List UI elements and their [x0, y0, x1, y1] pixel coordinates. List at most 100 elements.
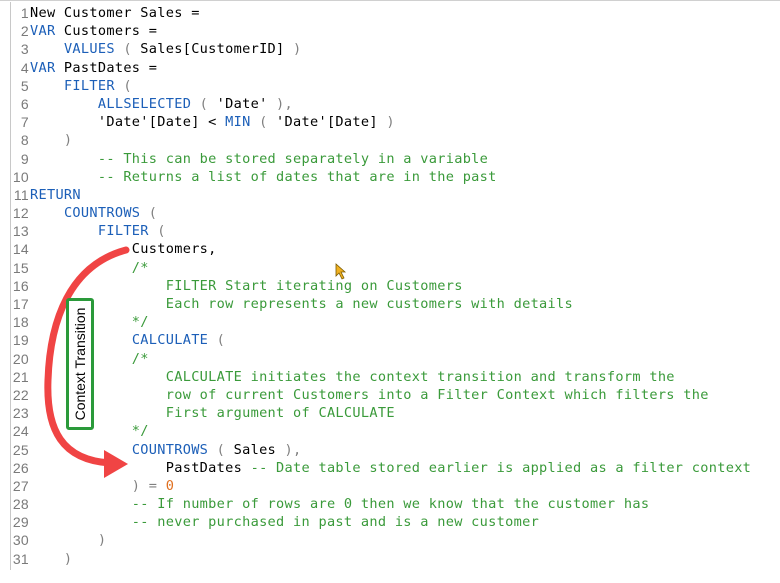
line-number: 5: [20, 77, 29, 94]
comment-token: /*: [30, 259, 149, 276]
line-number: 21: [12, 368, 29, 385]
line-number: 29: [12, 514, 29, 531]
line-code: Each row represents a new customers with…: [30, 295, 573, 313]
line-number: 10: [12, 168, 29, 185]
comment-token: -- This can be stored separately in a va…: [30, 150, 489, 167]
line-number: 25: [12, 441, 29, 458]
comment-token: -- If number of rows are 0 then we know …: [30, 496, 650, 513]
comment-token: -- never purchased in past and is a new …: [30, 514, 540, 531]
line-code: VAR Customers =: [30, 22, 157, 40]
line-code: -- This can be stored separately in a va…: [30, 150, 488, 168]
line-code: PastDates -- Date table stored earlier i…: [30, 459, 751, 477]
line-number: 19: [12, 332, 29, 349]
line-code: ): [30, 550, 72, 568]
line-code: row of current Customers into a Filter C…: [30, 386, 709, 404]
line-number: 14: [12, 241, 29, 258]
code-token: ): [284, 41, 302, 58]
line-code: -- never purchased in past and is a new …: [30, 513, 539, 531]
code-token: (: [208, 441, 234, 458]
line-code: 'Date'[Date] < MIN ( 'Date'[Date] ): [30, 113, 395, 131]
line-code: VAR PastDates =: [30, 59, 157, 77]
line-number: 6: [20, 95, 29, 112]
line-number: 3: [20, 41, 29, 58]
line-number: 22: [12, 386, 29, 403]
line-number: 1: [20, 5, 29, 21]
code-token: (: [114, 41, 141, 58]
keyword-token: VAR: [30, 23, 56, 40]
code-token: PastDates =: [55, 59, 158, 76]
comment-token: CALCULATE initiates the context transiti…: [30, 368, 675, 385]
code-token: ),: [267, 95, 294, 112]
line-number: 4: [20, 59, 29, 76]
line-code: FILTER Start iterating on Customers: [30, 277, 463, 295]
line-number: 12: [12, 205, 29, 222]
code-token: ),: [276, 441, 302, 458]
keyword-token: VALUES: [63, 41, 115, 58]
comment-token: -- Date table stored earlier is applied …: [250, 459, 752, 476]
line-number: 9: [20, 150, 29, 167]
editor-top-border: [0, 0, 780, 1]
line-code: ) = 0: [30, 477, 174, 495]
line-code: RETURN: [30, 186, 81, 204]
line-number: 30: [12, 532, 29, 549]
line-code: ): [30, 531, 106, 549]
code-token: Sales: [233, 441, 277, 458]
line-number: 24: [12, 423, 29, 440]
line-number: 27: [12, 477, 29, 494]
keyword-token: ALLSELECTED: [97, 95, 192, 112]
code-token: New Customer Sales =: [30, 5, 200, 21]
line-code: COUNTROWS (: [30, 204, 157, 222]
context-transition-label: Context Transition: [72, 307, 88, 421]
line-number: 20: [12, 350, 29, 367]
line-number: 15: [12, 259, 29, 276]
mouse-cursor-icon: [335, 263, 347, 280]
keyword-token: COUNTROWS: [131, 441, 209, 458]
line-code: FILTER (: [30, 222, 166, 240]
keyword-token: COUNTROWS: [63, 205, 141, 222]
code-token: Sales[CustomerID]: [140, 41, 285, 58]
code-editor[interactable]: 1 New Customer Sales = 2 VAR Customers = 3 V…: [0, 0, 780, 583]
keyword-token: VAR: [30, 59, 56, 76]
code-token: (: [148, 223, 166, 240]
code-token: Customers,: [30, 241, 217, 258]
line-code: ALLSELECTED ( 'Date' ),: [30, 95, 293, 113]
gutter-divider: [10, 2, 11, 570]
line-code: FILTER (: [30, 77, 132, 95]
code-token: ): [30, 532, 107, 549]
line-number: 7: [20, 114, 29, 131]
code-token: Customers =: [55, 23, 158, 40]
code-token: ): [30, 132, 73, 149]
keyword-token: MIN: [225, 114, 251, 131]
line-code: CALCULATE (: [30, 331, 225, 349]
code-token: 'Date'[Date] <: [30, 114, 226, 131]
line-code: Customers,: [30, 240, 217, 258]
code-token: PastDates: [30, 459, 251, 476]
code-token: (: [208, 332, 226, 349]
line-number: 31: [12, 550, 29, 567]
code-token: ): [377, 114, 395, 131]
line-code: -- Returns a list of dates that are in t…: [30, 168, 497, 186]
keyword-token: CALCULATE: [131, 332, 209, 349]
comment-token: -- Returns a list of dates that are in t…: [30, 168, 497, 185]
code-token: (: [114, 77, 132, 94]
code-token: (: [140, 205, 158, 222]
line-code: COUNTROWS ( Sales ),: [30, 441, 302, 459]
line-number: 13: [12, 223, 29, 240]
number-token: 0: [165, 477, 175, 494]
line-number: 11: [13, 186, 29, 203]
line-number: 18: [12, 314, 29, 331]
line-number: 8: [20, 132, 29, 149]
comment-token: Each row represents a new customers with…: [30, 296, 573, 312]
keyword-token: FILTER: [63, 77, 115, 94]
code-token: 'Date'[Date]: [276, 114, 378, 131]
line-number: 28: [12, 496, 29, 513]
line-number: 17: [12, 296, 29, 312]
keyword-token: FILTER: [97, 223, 149, 240]
line-number: 26: [12, 459, 29, 476]
